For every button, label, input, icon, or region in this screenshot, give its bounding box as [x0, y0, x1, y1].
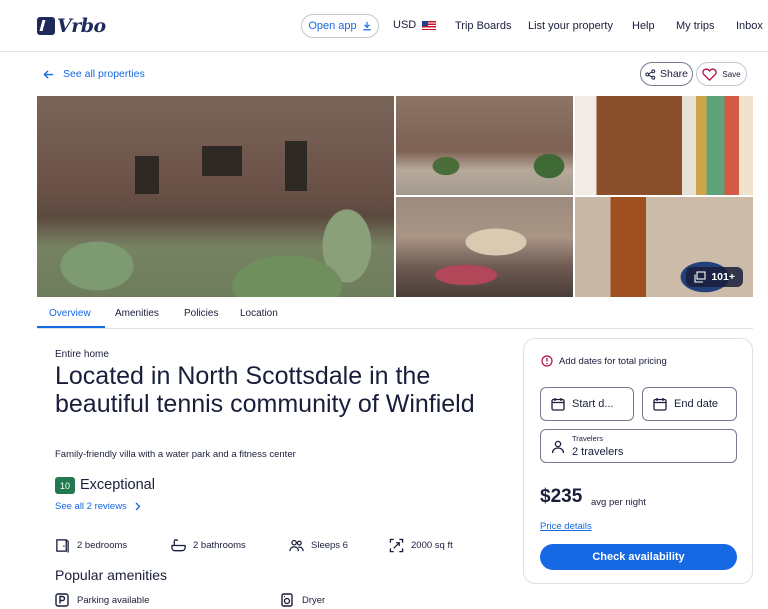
popular-amenities-heading: Popular amenities [55, 567, 168, 583]
start-date-placeholder: Start d... [572, 398, 614, 410]
rating-score-badge: 10 [55, 477, 75, 494]
tab-location[interactable]: Location [240, 308, 278, 319]
gallery-photo-door[interactable] [575, 96, 753, 195]
pricing-alert: Add dates for total pricing [541, 355, 667, 367]
property-type: Entire home [55, 349, 109, 360]
share-icon [645, 68, 656, 80]
download-icon [362, 21, 371, 31]
share-button[interactable]: Share [640, 62, 693, 86]
pricing-alert-text: Add dates for total pricing [559, 355, 667, 367]
bed-icon [56, 539, 69, 553]
fact-area: 2000 sq ft [389, 538, 453, 553]
travelers-field[interactable]: Travelers 2 travelers [540, 429, 737, 463]
section-tabs: Overview Amenities Policies Location [37, 299, 753, 329]
end-date-field[interactable]: End date [642, 387, 737, 421]
vrbo-logo-mark [37, 17, 55, 35]
tab-policies[interactable]: Policies [184, 308, 218, 319]
photo-window-shape [135, 156, 159, 194]
nightly-price: $235 [540, 486, 583, 507]
calendar-icon [551, 398, 565, 411]
check-availability-button[interactable]: Check availability [540, 544, 737, 570]
share-label: Share [659, 68, 689, 80]
nav-list-your-property[interactable]: List your property [528, 20, 613, 32]
gallery-photo-interior[interactable]: 101+ [575, 197, 753, 297]
photo-count-label: 101+ [711, 271, 735, 283]
photos-icon [694, 271, 706, 283]
fact-bedrooms: 2 bedrooms [55, 538, 127, 553]
amenity-dryer-label: Dryer [302, 594, 326, 606]
rating-label: Exceptional [80, 477, 155, 493]
heart-icon [702, 68, 718, 81]
open-app-label: Open app [308, 20, 357, 32]
tab-overview[interactable]: Overview [49, 308, 91, 319]
people-icon [289, 539, 304, 552]
vrbo-logo-text: Vrbo [57, 15, 106, 37]
currency-label: USD [393, 19, 417, 31]
price-note: avg per night [591, 497, 646, 508]
save-button[interactable]: Save [696, 62, 747, 86]
bedrooms-label: 2 bedrooms [77, 540, 128, 551]
bathtub-icon [171, 539, 186, 552]
currency-selector[interactable]: USD [393, 19, 437, 31]
start-date-field[interactable]: Start d... [540, 387, 634, 421]
amenity-parking: Parking available [55, 593, 149, 607]
arrow-left-icon [43, 69, 54, 79]
listing-subtitle: Family-friendly villa with a water park … [55, 449, 296, 460]
nav-my-trips[interactable]: My trips [676, 20, 715, 32]
photo-window-shape [202, 146, 242, 176]
photo-window-shape [285, 141, 307, 191]
back-label: See all properties [63, 68, 145, 80]
dryer-icon [281, 593, 293, 607]
us-flag-icon [422, 20, 437, 30]
see-all-reviews-link[interactable]: See all 2 reviews [55, 501, 141, 512]
floor-area-icon [389, 538, 404, 553]
travelers-value: 2 travelers [572, 446, 624, 458]
amenity-dryer: Dryer [280, 593, 325, 607]
reviews-link-label: See all 2 reviews [55, 501, 127, 512]
bathrooms-label: 2 bathrooms [193, 540, 246, 551]
photo-count-badge[interactable]: 101+ [686, 267, 743, 287]
person-icon [551, 440, 565, 454]
price-details-link[interactable]: Price details [540, 521, 592, 532]
main-photo[interactable] [37, 96, 394, 297]
gallery-photo-living-room[interactable] [396, 197, 573, 297]
amenity-parking-label: Parking available [77, 594, 150, 606]
travelers-label: Travelers [572, 434, 603, 443]
see-all-properties-link[interactable]: See all properties [43, 68, 145, 80]
booking-card: Add dates for total pricing Start d... E… [523, 338, 753, 584]
listing-title: Located in North Scottsdale in the beaut… [55, 362, 475, 418]
alert-icon [541, 355, 553, 367]
fact-bathrooms: 2 bathrooms [171, 538, 246, 553]
save-label: Save [722, 69, 741, 79]
gallery-photo-entrance[interactable] [396, 96, 573, 195]
vrbo-logo[interactable]: Vrbo [37, 15, 106, 37]
sleeps-label: Sleeps 6 [311, 540, 348, 551]
nav-help[interactable]: Help [632, 20, 655, 32]
area-label: 2000 sq ft [411, 540, 453, 551]
photo-gallery: 101+ [37, 96, 753, 297]
open-app-button[interactable]: Open app [301, 14, 379, 38]
calendar-icon [653, 398, 667, 411]
active-tab-indicator [37, 326, 105, 328]
nav-trip-boards[interactable]: Trip Boards [455, 20, 511, 32]
chevron-right-icon [135, 502, 141, 511]
fact-sleeps: Sleeps 6 [289, 538, 348, 553]
end-date-placeholder: End date [674, 398, 719, 410]
nav-inbox[interactable]: Inbox [736, 20, 763, 32]
parking-icon [55, 593, 69, 607]
top-header: Vrbo Open app USD Trip Boards List your … [0, 0, 768, 52]
tab-amenities[interactable]: Amenities [115, 308, 159, 319]
